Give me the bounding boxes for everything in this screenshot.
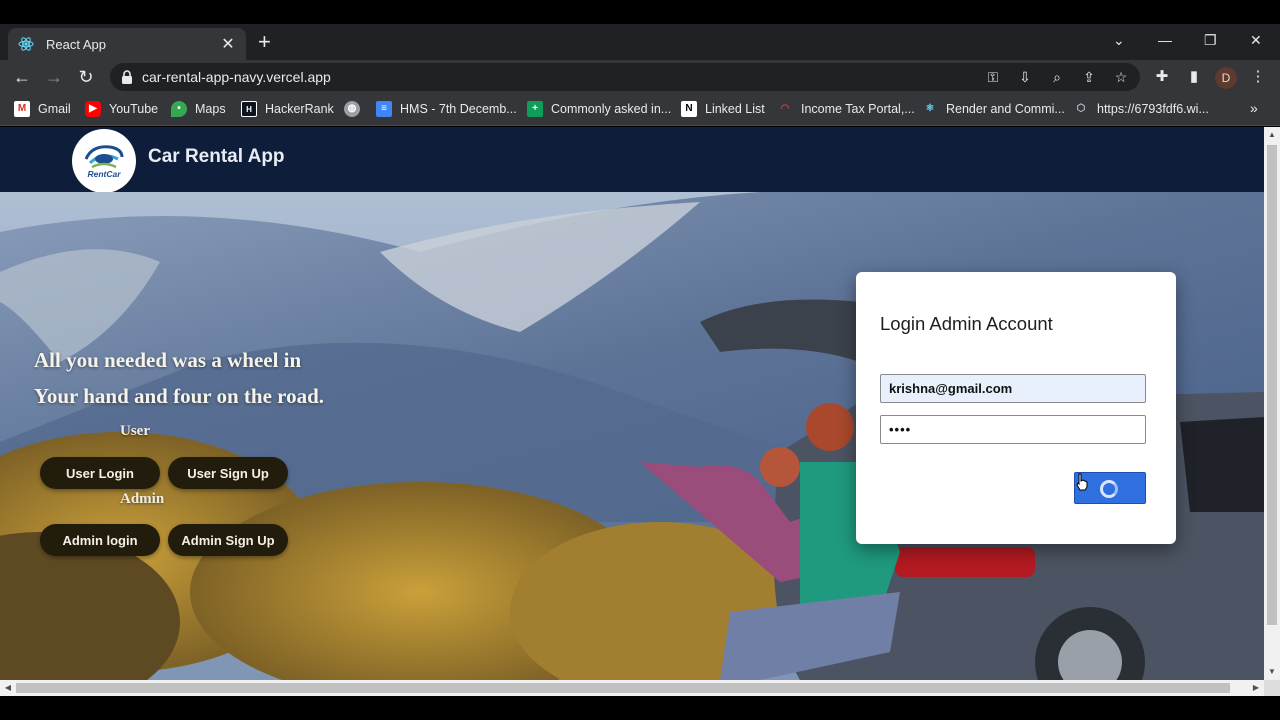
user-signup-button[interactable]: User Sign Up: [168, 457, 288, 489]
password-input[interactable]: [880, 415, 1146, 444]
bookmark-render[interactable]: ⚛ Render and Commi...: [922, 101, 1065, 117]
hero-section: All you needed was a wheel in Your hand …: [0, 192, 1264, 680]
bookmark-linked-list[interactable]: N Linked List: [681, 101, 765, 117]
bookmark-star-icon[interactable]: ☆: [1111, 67, 1131, 87]
hand-cursor-icon: [1076, 473, 1088, 491]
admin-login-button[interactable]: Admin login: [40, 524, 160, 556]
share-icon[interactable]: ⇪: [1079, 67, 1099, 87]
install-icon[interactable]: ⇩: [1015, 67, 1035, 87]
user-login-button[interactable]: User Login: [40, 457, 160, 489]
close-window-icon[interactable]: ✕: [1250, 30, 1262, 50]
scroll-right-arrow-icon[interactable]: ▶: [1248, 680, 1264, 696]
incometax-icon: ◠: [780, 103, 790, 114]
react-favicon-icon: [18, 37, 34, 51]
side-panel-icon[interactable]: ▮: [1184, 67, 1204, 87]
extensions-icon[interactable]: ✚: [1152, 67, 1172, 87]
app-header: RentCar Car Rental App: [0, 127, 1264, 193]
user-section-label: User: [120, 423, 150, 439]
scroll-left-arrow-icon[interactable]: ◀: [0, 680, 16, 696]
zoom-icon[interactable]: ⌕: [1047, 67, 1067, 87]
hero-tagline: All you needed was a wheel in Your hand …: [34, 342, 324, 414]
address-bar[interactable]: car-rental-app-navy.vercel.app ⚿ ⇩ ⌕ ⇪ ☆: [110, 63, 1140, 91]
horizontal-scroll-thumb[interactable]: [16, 683, 1230, 693]
bookmarks-overflow-icon[interactable]: »: [1250, 100, 1258, 116]
bookmark-wix[interactable]: ⬡ https://6793fdf6.wi...: [1073, 101, 1209, 117]
url-text: car-rental-app-navy.vercel.app: [142, 69, 331, 85]
browser-tab[interactable]: React App ✕: [8, 28, 246, 60]
login-submit-button[interactable]: [1074, 472, 1146, 504]
tab-title: React App: [46, 36, 106, 52]
docs-icon: ≡: [376, 101, 392, 117]
sheets-icon: +: [527, 101, 543, 117]
admin-login-card: Login Admin Account: [856, 272, 1176, 544]
tab-close-icon[interactable]: ✕: [220, 34, 236, 54]
gmail-icon: M: [14, 101, 30, 117]
key-icon[interactable]: ⚿: [983, 67, 1003, 87]
tagline-line-1: All you needed was a wheel in: [34, 348, 302, 372]
vertical-scrollbar[interactable]: ▲ ▼: [1264, 127, 1280, 680]
bookmark-maps[interactable]: • Maps: [171, 101, 226, 117]
bookmarks-bar: M Gmail ▶ YouTube • Maps H HackerRank ◍ …: [0, 94, 1280, 126]
email-input[interactable]: [880, 374, 1146, 403]
browser-toolbar: ← → ↻ car-rental-app-navy.vercel.app ⚿ ⇩…: [0, 60, 1280, 94]
bookmark-hms[interactable]: ≡ HMS - 7th Decemb...: [376, 101, 517, 117]
car-logo-icon: RentCar: [84, 145, 124, 179]
loading-spinner-icon: [1100, 480, 1118, 498]
scrollbar-corner: [1264, 680, 1280, 696]
bookmark-youtube[interactable]: ▶ YouTube: [85, 101, 158, 117]
screen: React App ✕ + ⌄ — ❐ ✕ ← → ↻ car-rental-a…: [0, 0, 1280, 720]
login-card-title: Login Admin Account: [880, 313, 1053, 334]
tab-search-chevron-icon[interactable]: ⌄: [1113, 30, 1125, 50]
logo-wordmark: RentCar: [87, 169, 121, 179]
reload-icon[interactable]: ↻: [74, 65, 98, 89]
notion-icon: N: [681, 101, 697, 117]
browser-tab-strip: React App ✕ + ⌄ — ❐ ✕: [0, 24, 1280, 60]
cube-icon: ⬡: [1076, 103, 1086, 114]
hackerrank-icon: H: [241, 101, 257, 117]
admin-section-label: Admin: [120, 491, 165, 507]
bookmark-commonly-asked[interactable]: + Commonly asked in...: [527, 101, 671, 117]
scroll-up-arrow-icon[interactable]: ▲: [1264, 127, 1280, 143]
bookmark-globe[interactable]: ◍: [344, 101, 368, 117]
profile-avatar[interactable]: D: [1215, 67, 1237, 89]
tagline-line-2: Your hand and four on the road.: [34, 384, 325, 408]
restore-icon[interactable]: ❐: [1204, 30, 1217, 50]
youtube-icon: ▶: [85, 101, 101, 117]
vertical-scroll-thumb[interactable]: [1267, 145, 1277, 625]
new-tab-icon[interactable]: +: [258, 30, 271, 54]
bookmark-income-tax[interactable]: ◠ Income Tax Portal,...: [777, 101, 915, 117]
forward-icon[interactable]: →: [42, 65, 66, 89]
maps-icon: •: [171, 101, 187, 117]
scroll-down-arrow-icon[interactable]: ▼: [1264, 664, 1280, 680]
globe-icon: ◍: [344, 101, 360, 117]
menu-kebab-icon[interactable]: ⋮: [1248, 67, 1268, 87]
bookmark-gmail[interactable]: M Gmail: [14, 101, 71, 117]
web-page: RentCar Car Rental App All you needed wa…: [0, 127, 1264, 680]
rentcar-logo[interactable]: RentCar: [72, 129, 136, 193]
bookmark-hackerrank[interactable]: H HackerRank: [241, 101, 334, 117]
app-title: Car Rental App: [148, 146, 285, 167]
back-icon[interactable]: ←: [10, 65, 34, 89]
horizontal-scrollbar[interactable]: ◀ ▶: [0, 680, 1264, 696]
react-icon: ⚛: [925, 103, 935, 114]
lock-icon: [122, 70, 132, 84]
minimize-icon[interactable]: —: [1158, 30, 1172, 50]
admin-signup-button[interactable]: Admin Sign Up: [168, 524, 288, 556]
